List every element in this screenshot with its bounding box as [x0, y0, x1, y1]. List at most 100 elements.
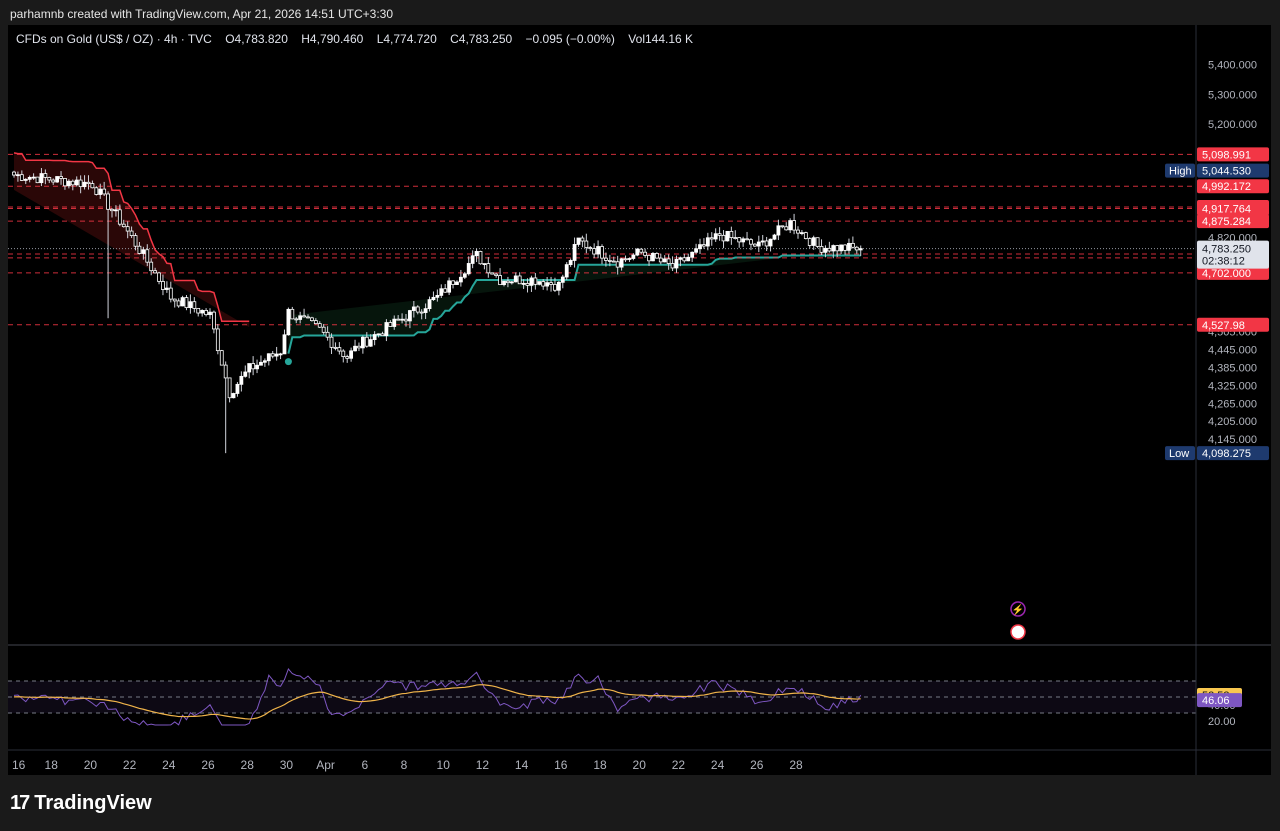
- candle-body: [98, 188, 103, 195]
- high-label-text: 5,044.530: [1202, 166, 1251, 178]
- low-label-text: 4,098.275: [1202, 448, 1251, 460]
- candle-body: [506, 280, 510, 284]
- candle-body: [600, 246, 604, 259]
- legend-high: H4,790.460: [301, 32, 364, 46]
- candle-body: [384, 322, 389, 337]
- y-tick-label: 4,205.000: [1208, 416, 1257, 428]
- x-tick-label: 10: [437, 758, 451, 772]
- candle-body: [792, 220, 796, 231]
- candle-body: [227, 377, 232, 399]
- candle-body: [431, 296, 436, 301]
- candle-body: [212, 311, 216, 330]
- y-tick-label: 4,145.000: [1208, 434, 1257, 446]
- candle-body: [376, 333, 381, 336]
- candle-body: [306, 316, 310, 319]
- candle-body: [823, 247, 828, 253]
- candle-body: [400, 318, 404, 321]
- candle-body: [247, 363, 252, 373]
- candle-body: [74, 179, 79, 186]
- candle-body: [404, 318, 408, 322]
- candle-body: [204, 310, 208, 316]
- candle-body: [658, 257, 663, 263]
- last-price-countdown: 02:38:12: [1202, 256, 1245, 268]
- candle-body: [784, 226, 789, 231]
- candle-body: [455, 281, 459, 285]
- candle-body: [172, 298, 177, 302]
- legend-volume: Vol144.16 K: [628, 32, 694, 46]
- candle-body: [800, 232, 804, 235]
- candle-body: [137, 245, 142, 254]
- candle-body: [698, 244, 702, 250]
- candle-body: [63, 178, 67, 187]
- candle-body: [705, 237, 710, 247]
- candle-body: [760, 240, 765, 243]
- x-tick-label: 28: [241, 758, 255, 772]
- candle-body: [850, 242, 855, 248]
- candle-body: [129, 230, 134, 236]
- candle-body: [560, 276, 565, 283]
- y-tick-label: 4,265.000: [1208, 398, 1257, 410]
- candle-body: [66, 180, 71, 187]
- candle-body: [82, 181, 87, 188]
- candle-body: [333, 346, 338, 349]
- candle-body: [337, 347, 342, 352]
- candle-body: [439, 288, 444, 296]
- x-tick-label: 14: [515, 758, 529, 772]
- x-tick-label: 6: [361, 758, 368, 772]
- candle-body: [259, 361, 263, 366]
- candle-body: [164, 287, 169, 290]
- candle-body: [325, 331, 330, 338]
- candle-body: [803, 232, 808, 239]
- candle-body: [392, 318, 397, 327]
- candle-body: [709, 237, 714, 240]
- candle-body: [549, 282, 553, 285]
- candle-body: [43, 173, 48, 178]
- candle-body: [513, 275, 518, 283]
- candle-body: [321, 326, 326, 333]
- price-chart[interactable]: 40.0020.0052.5346.06 5,400.0005,300.0005…: [8, 25, 1271, 775]
- candle-body: [662, 258, 667, 263]
- candle-body: [310, 317, 314, 321]
- candle-body: [564, 264, 569, 278]
- candle-body: [702, 244, 706, 247]
- x-tick-label: 24: [162, 758, 176, 772]
- candle-body: [282, 334, 287, 355]
- price-label-text: 4,992.172: [1202, 181, 1251, 193]
- tradingview-logo-icon: 17: [10, 792, 30, 814]
- candle-body: [572, 244, 577, 261]
- candle-body: [458, 276, 463, 283]
- candle-body: [737, 237, 742, 243]
- candle-body: [588, 247, 593, 249]
- candle-body: [27, 177, 32, 180]
- candle-body: [592, 248, 597, 255]
- candle-body: [180, 297, 185, 307]
- candle-body: [451, 280, 455, 285]
- candle-body: [725, 230, 730, 242]
- candle-body: [411, 306, 416, 311]
- candle-body: [490, 272, 495, 275]
- candle-body: [223, 364, 228, 379]
- candle-body: [423, 308, 428, 313]
- tradingview-logo[interactable]: 17 TradingView: [10, 792, 152, 815]
- candle-body: [604, 257, 608, 261]
- candle-body: [368, 339, 373, 347]
- candle-body: [651, 252, 655, 262]
- candle-body: [470, 255, 475, 264]
- candle-body: [584, 240, 589, 248]
- candle-body: [435, 295, 440, 298]
- candle-body: [756, 241, 761, 247]
- candle-body: [396, 318, 401, 321]
- candle-body: [788, 220, 793, 231]
- candle-body: [117, 209, 122, 225]
- chart-frame[interactable]: 40.0020.0052.5346.06 5,400.0005,300.0005…: [8, 25, 1271, 775]
- candle-body: [529, 277, 534, 286]
- candle-body: [360, 336, 365, 349]
- candle-body: [364, 336, 369, 347]
- candle-body: [192, 301, 197, 309]
- candle-body: [521, 283, 526, 285]
- candle-body: [12, 171, 16, 176]
- lightning-glyph: ⚡: [1012, 603, 1024, 616]
- candle-body: [517, 275, 522, 285]
- candle-body: [419, 311, 424, 314]
- candle-body: [184, 297, 189, 309]
